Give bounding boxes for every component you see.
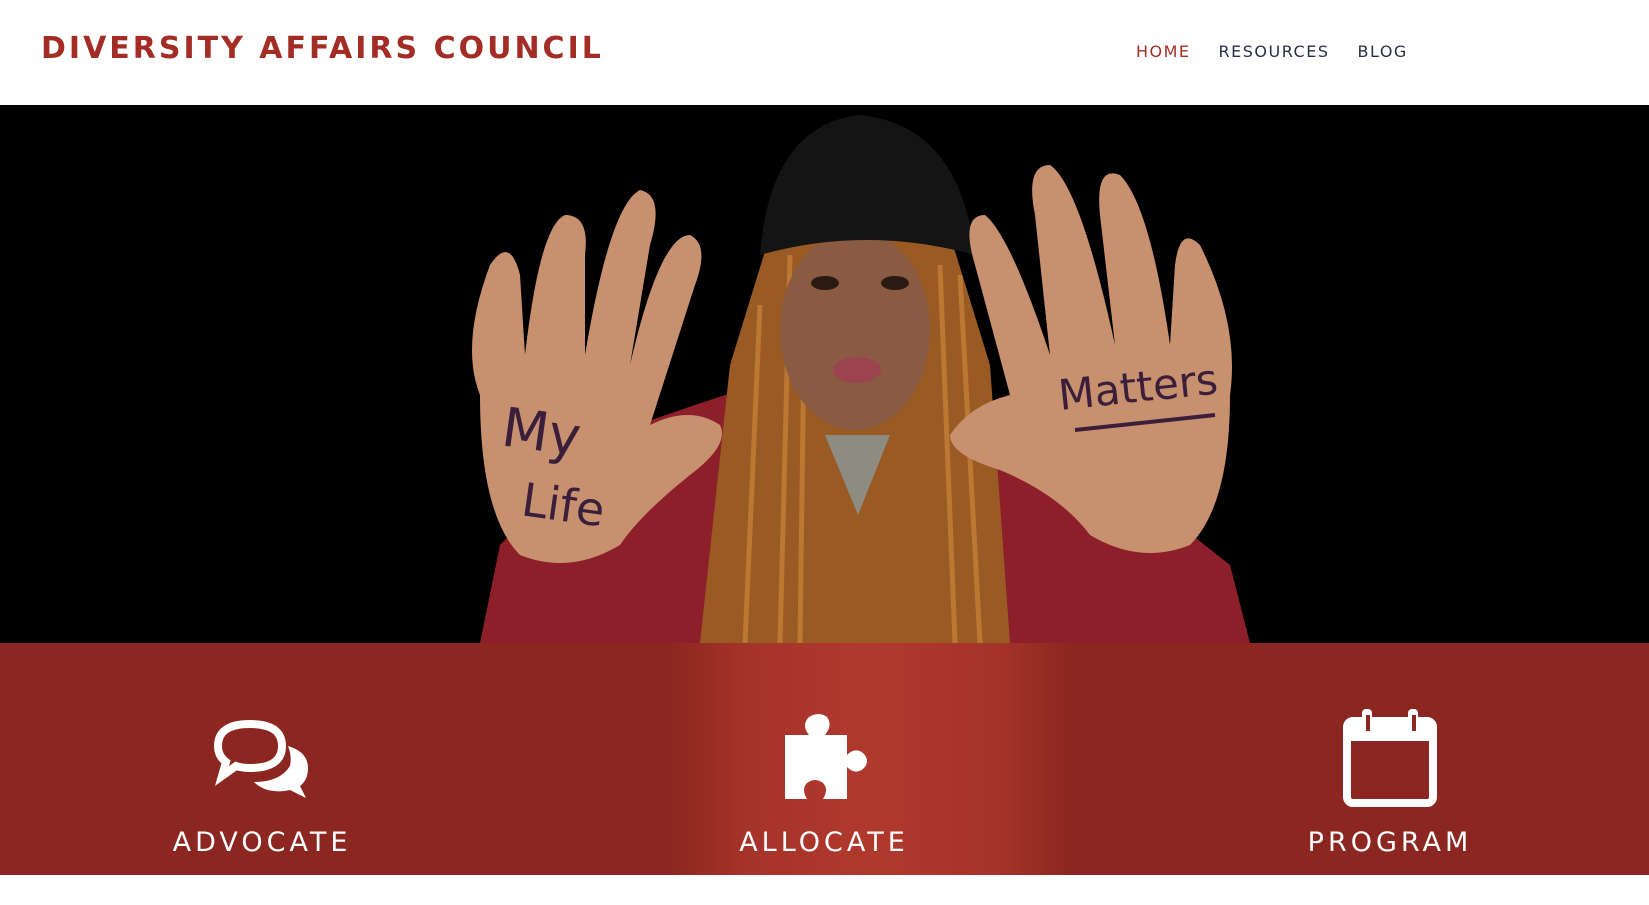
site-title[interactable]: DIVERSITY AFFAIRS COUNCIL — [41, 31, 604, 66]
feature-label: ALLOCATE — [739, 827, 909, 858]
svg-text:Life: Life — [518, 472, 608, 537]
feature-advocate[interactable]: ADVOCATE — [112, 703, 412, 858]
hero-photo: My Life Matters — [0, 105, 1649, 643]
nav-home[interactable]: HOME — [1136, 42, 1191, 61]
page-bottom — [0, 875, 1649, 905]
feature-label: PROGRAM — [1307, 827, 1473, 858]
chat-bubbles-icon — [112, 703, 412, 813]
site-header: DIVERSITY AFFAIRS COUNCIL HOME RESOURCES… — [0, 0, 1649, 105]
nav-resources[interactable]: RESOURCES — [1219, 42, 1330, 61]
feature-band: ADVOCATE ALLOCATE PROGRAM — [0, 643, 1649, 875]
nav-blog[interactable]: BLOG — [1358, 42, 1408, 61]
main-nav: HOME RESOURCES BLOG — [1136, 42, 1436, 61]
feature-program[interactable]: PROGRAM — [1240, 703, 1540, 858]
feature-label: ADVOCATE — [172, 827, 352, 858]
hero-banner: My Life Matters — [0, 105, 1649, 643]
puzzle-piece-icon — [674, 703, 974, 813]
feature-allocate[interactable]: ALLOCATE — [674, 703, 974, 858]
svg-text:My: My — [498, 395, 585, 468]
calendar-icon — [1240, 703, 1540, 813]
